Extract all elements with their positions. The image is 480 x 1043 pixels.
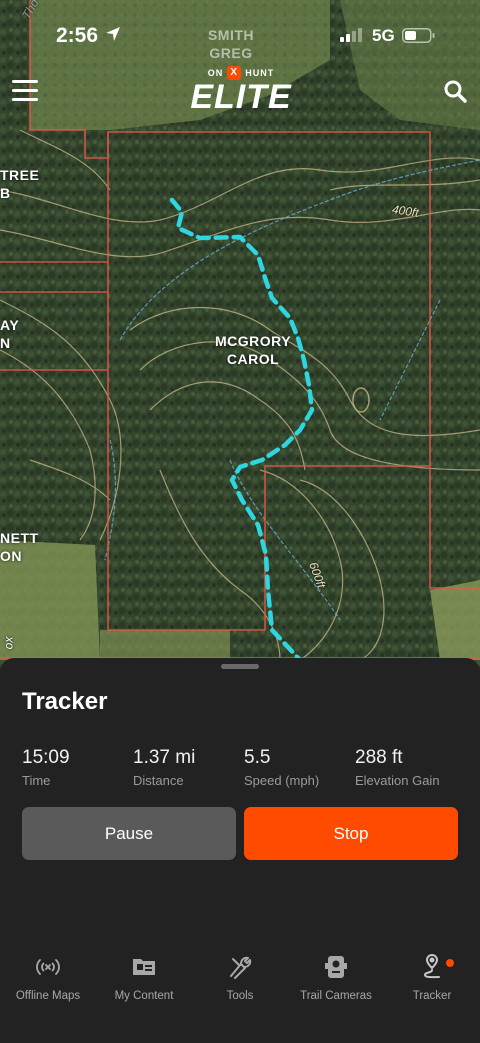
stat-value: 15:09 (22, 747, 70, 768)
stat-value: 5.5 (244, 747, 271, 768)
tab-trail-cameras[interactable]: Trail Cameras (288, 954, 384, 1002)
stat-speed: 5.5 Speed (mph) (244, 747, 319, 788)
tab-label: Tools (226, 990, 254, 1002)
stat-label: Speed (mph) (244, 773, 320, 788)
bottom-tab-bar: Offline Maps My Content Tools Trail Came… (0, 954, 480, 1014)
stat-label: Distance (133, 773, 184, 788)
stat-time: 15:09 Time (22, 747, 70, 788)
location-arrow-icon (106, 27, 120, 41)
content-folder-icon (133, 959, 155, 975)
tracker-pin-icon (423, 954, 440, 979)
tab-offline-maps[interactable]: Offline Maps (0, 954, 96, 1002)
status-time: 2:56 (56, 24, 99, 47)
onx-elite-logo: ON X HUNT ELITE (190, 66, 292, 116)
stat-label: Time (22, 773, 51, 788)
tab-tools[interactable]: Tools (192, 954, 288, 1002)
tools-icon (230, 956, 252, 979)
hamburger-icon (12, 80, 38, 83)
tab-label: Offline Maps (15, 990, 81, 1002)
tracker-stats: 15:09 Time 1.37 mi Distance 5.5 Speed (m… (22, 747, 472, 788)
trail-camera-icon (325, 956, 347, 978)
menu-button[interactable] (12, 80, 38, 102)
tab-tracker[interactable]: Tracker (384, 954, 480, 1002)
satellite-map[interactable]: SMITH GREG TREE B AY N MCGRORY CAROL NETT ON … (0, 0, 480, 700)
tab-my-content[interactable]: My Content (96, 954, 192, 1002)
sheet-drag-handle[interactable] (221, 664, 259, 669)
battery-icon (402, 28, 435, 43)
map-owner-label: MCGRORY CAROL (214, 333, 292, 367)
map-owner-label: NETT ON (0, 530, 39, 564)
map-owner-label: TREE B (0, 167, 40, 201)
tab-label: Tracker (412, 990, 452, 1002)
pause-button[interactable]: Pause (22, 807, 236, 860)
tracker-active-dot (446, 959, 454, 967)
stat-distance: 1.37 mi Distance (133, 747, 195, 788)
tab-label: My Content (114, 990, 174, 1002)
cellular-signal-icon (340, 28, 362, 42)
stat-label: Elevation Gain (355, 773, 440, 788)
stat-value: 1.37 mi (133, 747, 196, 768)
stop-button[interactable]: Stop (244, 807, 458, 860)
map-edge-label: ox (1, 636, 16, 650)
tracker-sheet: Tracker 15:09 Time 1.37 mi Distance 5.5 … (0, 658, 480, 1043)
network-type: 5G (372, 26, 395, 45)
stat-elevation-gain: 288 ft Elevation Gain (355, 747, 440, 788)
search-icon[interactable] (443, 79, 467, 103)
offline-signal-icon (36, 959, 60, 975)
map-owner-label: AY N (0, 317, 20, 351)
sheet-title: Tracker (22, 688, 108, 715)
status-bar: 2:56 5G (0, 0, 480, 60)
stat-value: 288 ft (355, 747, 403, 768)
tab-label: Trail Cameras (300, 990, 372, 1002)
